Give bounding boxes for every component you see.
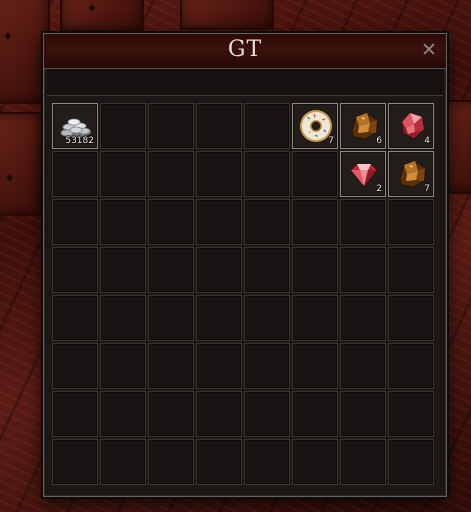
inventory-slot[interactable] [100,439,146,485]
inventory-slot[interactable] [340,391,386,437]
inventory-slot[interactable] [340,247,386,293]
window-title-bar[interactable]: GT ✕ [44,34,446,69]
floor-tile: ✦ [60,0,144,32]
inventory-slot[interactable] [196,295,242,341]
inventory-slot[interactable] [100,151,146,197]
star-ornament-icon: ✦ [86,1,98,17]
inventory-slot[interactable] [196,343,242,389]
inventory-slot[interactable] [196,439,242,485]
item-quantity: 6 [376,136,382,146]
inventory-slot[interactable] [388,199,434,245]
inventory-slot[interactable] [148,199,194,245]
inventory-slot[interactable] [292,151,338,197]
inventory-slot[interactable] [148,343,194,389]
inventory-slot[interactable] [196,391,242,437]
inventory-slot[interactable] [244,343,290,389]
inventory-slot[interactable] [388,295,434,341]
inventory-slot[interactable]: 53182 [52,103,98,149]
inventory-slot[interactable] [244,439,290,485]
inventory-slot[interactable] [148,295,194,341]
inventory-window: GT ✕ 53182 7 6 4 2 7 [43,33,447,497]
inventory-slot[interactable] [196,247,242,293]
item-quantity: 7 [424,184,430,194]
inventory-slot[interactable]: 7 [388,151,434,197]
inventory-slot[interactable] [196,199,242,245]
inventory-slot[interactable] [340,295,386,341]
inventory-slot[interactable] [292,439,338,485]
inventory-slot[interactable] [148,103,194,149]
inventory-slot[interactable] [100,295,146,341]
inventory-grid: 53182 7 6 4 2 7 [52,103,439,491]
inventory-slot[interactable]: 7 [292,103,338,149]
inventory-slot[interactable] [244,391,290,437]
star-ornament-icon: ✦ [4,171,16,187]
inventory-slot[interactable] [100,247,146,293]
inventory-slot[interactable] [148,439,194,485]
inventory-slot[interactable] [244,103,290,149]
inventory-slot[interactable] [388,439,434,485]
floor-tile [180,0,274,30]
inventory-slot[interactable] [52,199,98,245]
inventory-slot[interactable] [52,343,98,389]
inventory-slot[interactable] [148,391,194,437]
inventory-slot[interactable] [148,151,194,197]
close-button[interactable]: ✕ [419,40,439,60]
star-ornament-icon: ✦ [2,29,14,45]
window-title: GT [227,37,263,62]
inventory-slot[interactable] [292,343,338,389]
inventory-slot[interactable] [52,295,98,341]
inventory-slot[interactable] [388,391,434,437]
inventory-slot[interactable] [388,343,434,389]
inventory-slot[interactable] [244,199,290,245]
inventory-slot[interactable] [244,247,290,293]
inventory-slot[interactable] [340,439,386,485]
inventory-slot[interactable]: 2 [340,151,386,197]
inventory-slot[interactable] [196,103,242,149]
item-quantity: 2 [376,184,382,194]
inventory-slot[interactable] [52,247,98,293]
inventory-slot[interactable] [100,391,146,437]
inventory-slot[interactable] [100,343,146,389]
inventory-slot[interactable] [100,199,146,245]
inventory-slot[interactable] [148,247,194,293]
floor-tile: ✦ [0,112,44,216]
inventory-slot[interactable] [244,295,290,341]
inventory-slot[interactable] [292,199,338,245]
inventory-slot[interactable] [52,391,98,437]
inventory-slot[interactable] [292,391,338,437]
inventory-slot[interactable] [292,295,338,341]
inventory-slot[interactable] [292,247,338,293]
inventory-slot[interactable] [52,151,98,197]
inventory-slot[interactable]: 6 [340,103,386,149]
inventory-slot[interactable] [52,439,98,485]
inventory-slot[interactable] [244,151,290,197]
inventory-slot[interactable] [388,247,434,293]
inventory-slot[interactable] [340,343,386,389]
inventory-slot[interactable] [196,151,242,197]
item-quantity: 7 [328,136,334,146]
inventory-slot[interactable] [100,103,146,149]
close-icon: ✕ [421,39,437,61]
inventory-slot[interactable] [340,199,386,245]
item-quantity: 53182 [65,136,94,146]
inventory-slot[interactable]: 4 [388,103,434,149]
item-quantity: 4 [424,136,430,146]
window-subheader [47,70,443,96]
